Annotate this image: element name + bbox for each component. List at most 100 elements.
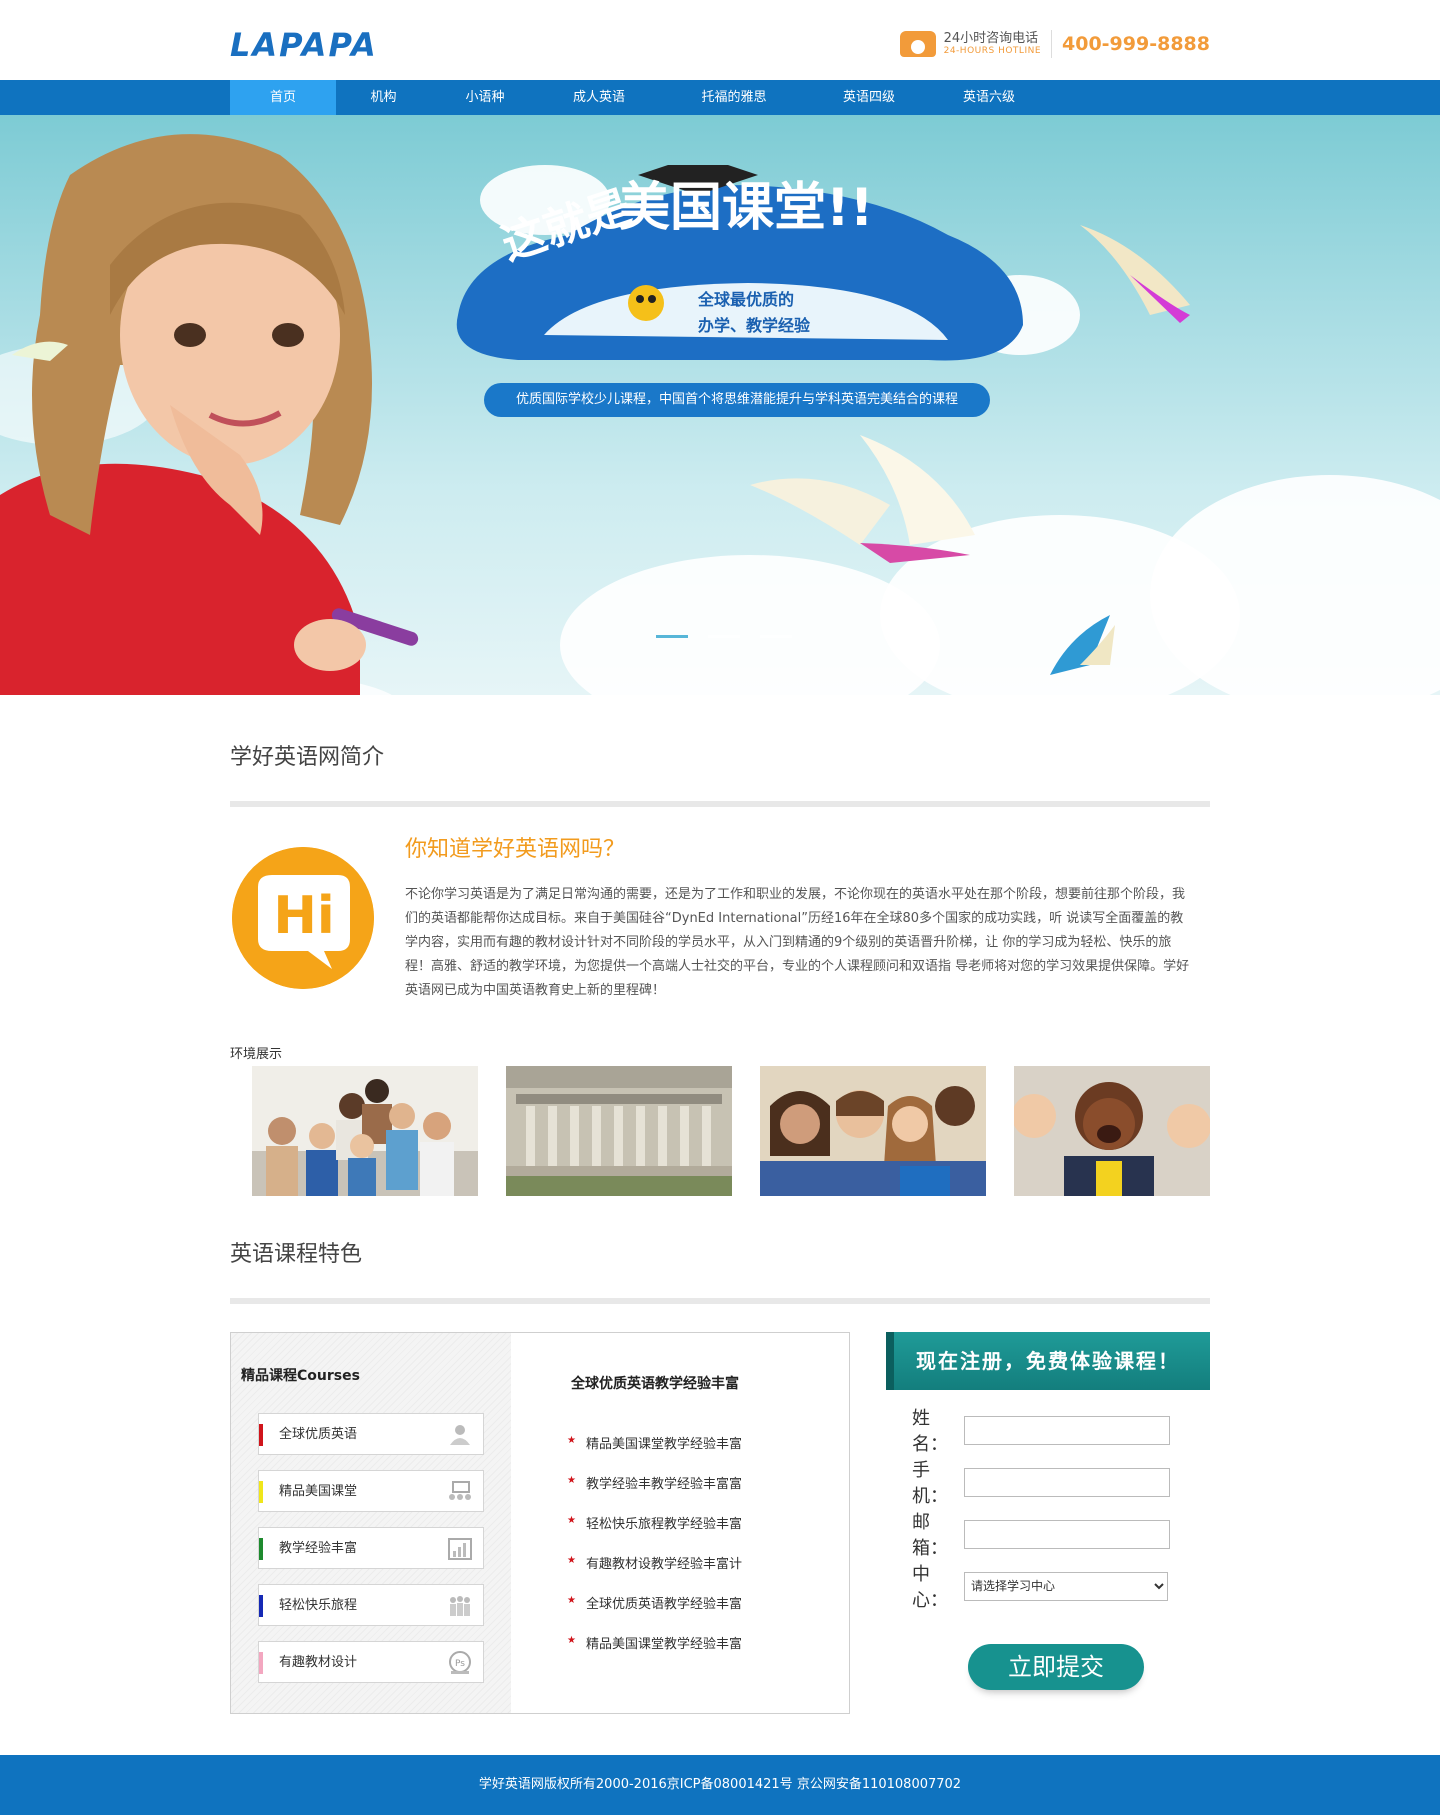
list-item[interactable]: ★ 轻松快乐旅程教学经验丰富	[567, 1513, 742, 1553]
list-item[interactable]: ★ 有趣教材设教学经验丰富计	[567, 1553, 742, 1593]
list-item[interactable]: ★ 精品美国课堂教学经验丰富	[567, 1433, 742, 1473]
banner-tagline-line1: 全球最优质的	[698, 290, 795, 309]
chart-icon	[448, 1538, 472, 1560]
register-title: 现在注册，免费体验课程！	[886, 1332, 1210, 1390]
courses-panel: 精品课程Courses 全球优质英语 精品美国课堂 教学经验丰富 轻松快乐旅程 …	[230, 1332, 850, 1714]
list-item-text: 轻松快乐旅程教学经验丰富	[585, 1517, 742, 1532]
course-label: 教学经验丰富	[279, 1541, 358, 1556]
features-content: 精品课程Courses 全球优质英语 精品美国课堂 教学经验丰富 轻松快乐旅程 …	[230, 1332, 1210, 1752]
email-row: 邮箱：	[912, 1508, 1170, 1560]
list-item-text: 有趣教材设教学经验丰富计	[585, 1557, 742, 1572]
course-label: 轻松快乐旅程	[279, 1598, 358, 1613]
ps-icon: Ps	[449, 1651, 471, 1674]
list-item[interactable]: ★ 全球优质英语教学经验丰富	[567, 1593, 742, 1633]
email-field[interactable]	[964, 1519, 1170, 1549]
center-row: 中心： 请选择学习中心	[912, 1560, 1168, 1612]
env-photo-friends[interactable]	[760, 1066, 986, 1196]
list-item[interactable]: ★ 教学经验丰教学经验丰富富	[567, 1473, 742, 1513]
course-color-bar	[259, 1424, 263, 1446]
course-color-bar	[259, 1595, 263, 1617]
phone-icon	[899, 31, 936, 57]
carousel-dot[interactable]	[656, 635, 688, 638]
course-label: 全球优质英语	[279, 1427, 358, 1442]
course-color-bar	[259, 1538, 263, 1560]
phone-field[interactable]	[964, 1467, 1170, 1497]
svg-text:Ps: Ps	[455, 1659, 465, 1669]
intro-paragraph: 不论你学习英语是为了满足日常沟通的需要，还是为了工作和职业的发展，不论你现在的英…	[405, 887, 1190, 998]
course-label: 有趣教材设计	[279, 1655, 358, 1670]
name-row: 姓名：	[912, 1404, 1170, 1456]
list-item[interactable]: ★ 精品美国课堂教学经验丰富	[567, 1633, 742, 1673]
star-icon: ★	[567, 1435, 576, 1446]
hotline-label: 24小时咨询电话	[943, 30, 1039, 46]
intro-content: Hi 你知道学好英语网吗？ 不论你学习英语是为了满足日常沟通的需要，还是为了工作…	[230, 807, 1210, 1035]
intro-section: 学好英语网简介 Hi 你知道学好英语网吗？ 不论你学习英语是为了满足日常沟通的需…	[230, 695, 1210, 1196]
star-icon: ★	[567, 1555, 576, 1566]
nav-item-cet6[interactable]: 英语六级	[929, 80, 1049, 115]
hotline: 24小时咨询电话 24-HOURS HOTLINE 400-999-8888	[899, 26, 1210, 62]
course-label: 精品美国课堂	[279, 1484, 358, 1499]
hi-logo-text: Hi	[273, 886, 334, 946]
nav-item-cet4[interactable]: 英语四级	[809, 80, 929, 115]
star-icon: ★	[567, 1515, 576, 1526]
girl-illustration	[0, 134, 419, 695]
star-icon: ★	[567, 1635, 576, 1646]
banner-subtitle: 优质国际学校少儿课程，中国首个将思维潜能提升与学科英语完美结合的课程	[484, 383, 990, 417]
courses-title: 精品课程Courses	[241, 1368, 360, 1384]
nav-item-adult-english[interactable]: 成人英语	[539, 80, 659, 115]
carousel-dot[interactable]	[760, 635, 792, 638]
star-icon: ★	[567, 1475, 576, 1486]
hotline-divider	[1051, 30, 1053, 58]
list-item-text: 精品美国课堂教学经验丰富	[585, 1437, 742, 1452]
carousel-dot[interactable]	[708, 635, 740, 638]
nav-item-home[interactable]: 首页	[230, 80, 336, 115]
site-header: LAPAPA 24小时咨询电话 24-HOURS HOTLINE 400-999…	[230, 0, 1210, 80]
flying-book-icon	[1080, 225, 1190, 323]
main-nav: 首页 机构 小语种 成人英语 托福的雅思 英语四级 英语六级	[0, 80, 1440, 115]
course-item-american-classroom[interactable]: 精品美国课堂	[258, 1470, 484, 1512]
course-item-global-english[interactable]: 全球优质英语	[258, 1413, 484, 1455]
nav-item-minor-languages[interactable]: 小语种	[431, 80, 539, 115]
nav-list: 首页 机构 小语种 成人英语 托福的雅思 英语四级 英语六级	[230, 80, 1210, 115]
courses-feature-list: ★ 精品美国课堂教学经验丰富 ★ 教学经验丰教学经验丰富富 ★ 轻松快乐旅程教学经验丰…	[567, 1433, 742, 1673]
course-color-bar	[259, 1652, 263, 1674]
nav-item-toefl-ielts[interactable]: 托福的雅思	[659, 80, 809, 115]
courses-right-title: 全球优质英语教学经验丰富	[571, 1376, 739, 1392]
cloud-shape	[1150, 475, 1440, 695]
list-item-text: 全球优质英语教学经验丰富	[585, 1597, 742, 1612]
env-photo-students[interactable]	[252, 1066, 478, 1196]
star-icon: ★	[567, 1595, 576, 1606]
features-section-title: 英语课程特色	[230, 1242, 363, 1267]
banner-tagline: 全球最优质的 办学、教学经验	[698, 287, 810, 339]
team-icon	[450, 1596, 470, 1616]
env-photo-kids[interactable]	[1014, 1066, 1210, 1196]
name-field[interactable]	[964, 1415, 1170, 1445]
flying-book-icon	[750, 435, 975, 563]
badge-headline-part: 美国课堂!!	[618, 178, 873, 238]
center-select[interactable]: 请选择学习中心	[964, 1571, 1168, 1601]
name-label: 姓名：	[912, 1408, 948, 1455]
course-item-fun-materials[interactable]: 有趣教材设计 Ps	[258, 1641, 484, 1683]
environment-gallery	[230, 1066, 1210, 1196]
intro-question: 你知道学好英语网吗？	[405, 837, 626, 862]
nav-item-institution[interactable]: 机构	[336, 80, 431, 115]
env-photo-campus[interactable]	[506, 1066, 732, 1196]
phone-row: 手机：	[912, 1456, 1170, 1508]
flying-book-icon	[1050, 615, 1115, 675]
banner-tagline-line2: 办学、教学经验	[698, 316, 811, 335]
register-panel: 现在注册，免费体验课程！ 姓名： 手机： 邮箱： 中心： 请选择学习中心 立即提…	[886, 1332, 1210, 1730]
carousel-dots	[656, 635, 792, 638]
list-item-text: 精品美国课堂教学经验丰富	[585, 1637, 742, 1652]
hotline-number[interactable]: 400-999-8888	[1062, 33, 1210, 55]
course-color-bar	[259, 1481, 263, 1503]
hero-banner[interactable]: 这就是 美国课堂!! 全球最优质的 办学、教学经验 优质国际学校少儿课程，中国首…	[0, 115, 1440, 695]
course-item-teaching-experience[interactable]: 教学经验丰富	[258, 1527, 484, 1569]
features-section: 英语课程特色 精品课程Courses 全球优质英语 精品美国课堂 教学经验丰富	[230, 1196, 1210, 1752]
hotline-label-en: 24-HOURS HOTLINE	[943, 46, 1042, 57]
environment-label: 环境展示	[230, 1047, 283, 1062]
courses-menu: 精品课程Courses 全球优质英语 精品美国课堂 教学经验丰富 轻松快乐旅程 …	[231, 1333, 511, 1713]
submit-button[interactable]: 立即提交	[968, 1644, 1144, 1690]
site-logo[interactable]: LAPAPA	[230, 26, 378, 64]
intro-section-title: 学好英语网简介	[230, 745, 385, 770]
course-item-happy-journey[interactable]: 轻松快乐旅程	[258, 1584, 484, 1626]
